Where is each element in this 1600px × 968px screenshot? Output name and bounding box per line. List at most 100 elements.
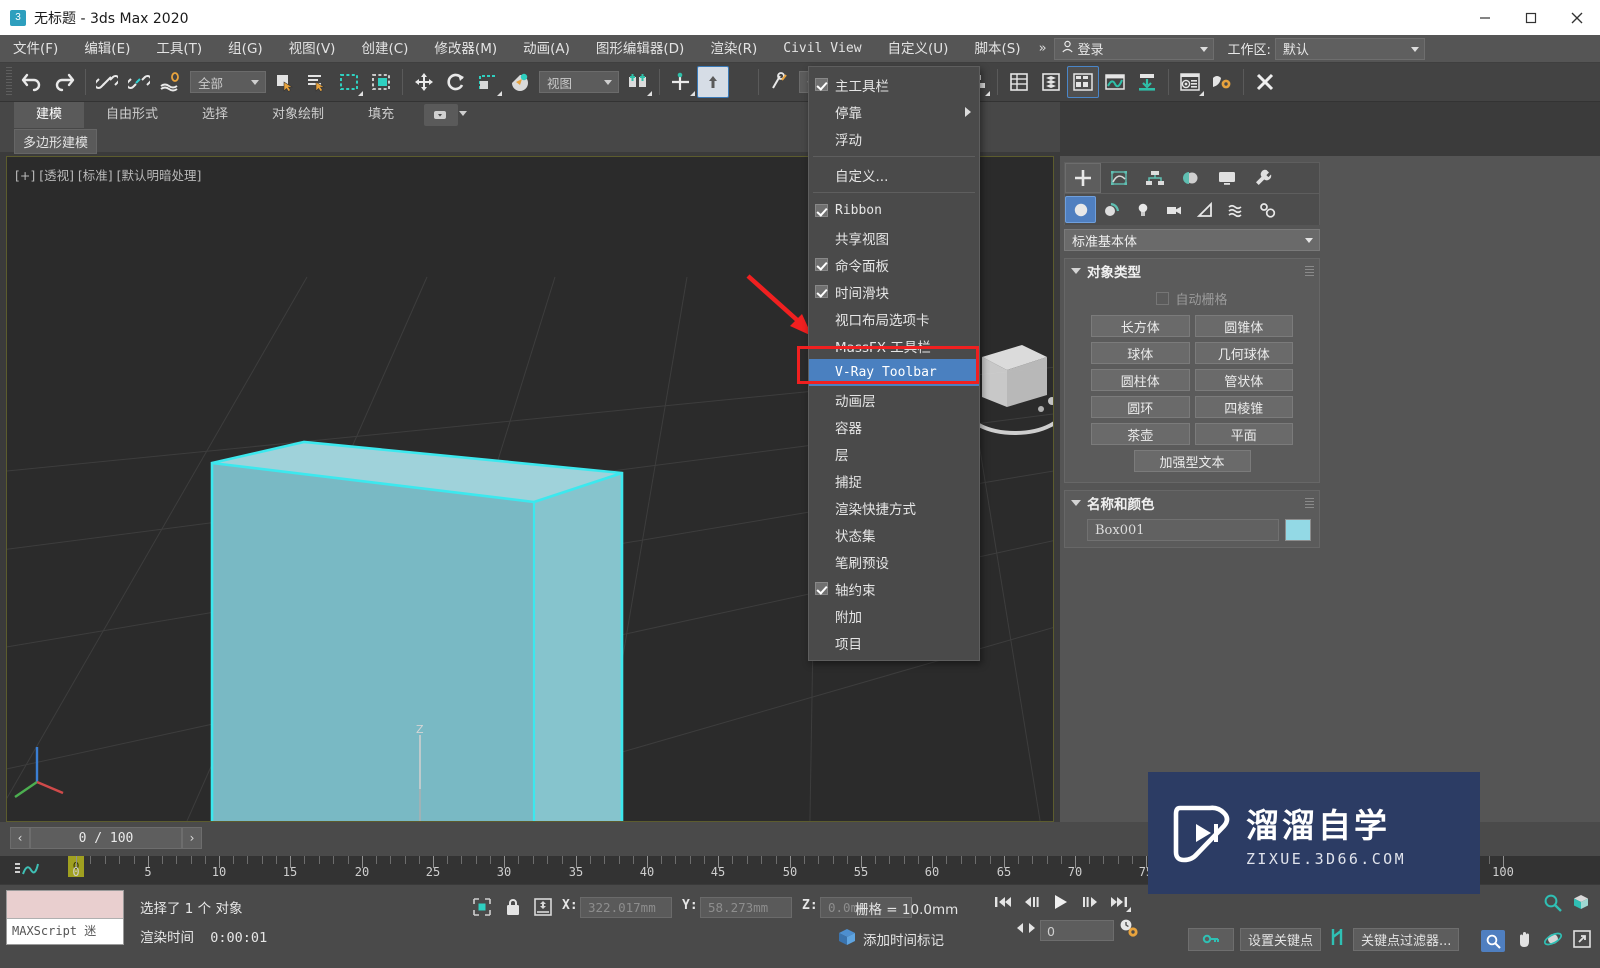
key-filters-button[interactable]: 关键点过滤器... bbox=[1353, 927, 1460, 951]
menu-containers[interactable]: 容器 bbox=[809, 413, 979, 440]
use-pivot-point-center-icon[interactable] bbox=[622, 66, 654, 98]
menu-scripting[interactable]: 脚本(S) bbox=[961, 35, 1033, 63]
zoom-icon[interactable] bbox=[1543, 893, 1563, 917]
previous-frame-icon[interactable] bbox=[1019, 891, 1045, 913]
timeline-prev-button[interactable]: ‹ bbox=[10, 827, 30, 849]
bind-to-space-warp-icon[interactable] bbox=[155, 66, 187, 98]
time-configuration-icon[interactable] bbox=[1118, 918, 1140, 942]
select-and-place-icon[interactable] bbox=[504, 66, 536, 98]
current-frame-spinner[interactable]: 0 bbox=[1016, 918, 1140, 942]
maxscript-input-area[interactable] bbox=[7, 891, 123, 919]
object-button-cone[interactable]: 圆锥体 bbox=[1194, 315, 1293, 337]
cp-tab-modify[interactable] bbox=[1101, 163, 1137, 193]
menu-civil-view[interactable]: Civil View bbox=[770, 35, 874, 63]
ribbon-tab-populate[interactable]: 填充 bbox=[346, 102, 416, 128]
select-and-link-icon[interactable] bbox=[91, 66, 123, 98]
cp-tab-display[interactable] bbox=[1209, 163, 1245, 193]
object-button-geosphere[interactable]: 几何球体 bbox=[1194, 342, 1293, 364]
cp-tab-motion[interactable] bbox=[1173, 163, 1209, 193]
select-and-move-icon[interactable] bbox=[408, 66, 440, 98]
toggle-ribbon-icon[interactable] bbox=[1067, 66, 1099, 98]
menu-overflow-chevron[interactable]: » bbox=[1034, 41, 1052, 56]
object-button-sphere[interactable]: 球体 bbox=[1091, 342, 1190, 364]
window-crossing-icon[interactable] bbox=[365, 66, 397, 98]
orbit-icon[interactable] bbox=[1543, 929, 1563, 953]
go-to-start-icon[interactable] bbox=[990, 891, 1016, 913]
selection-filter-dropdown[interactable]: 全部 bbox=[190, 71, 266, 93]
menu-snaps[interactable]: 捕捉 bbox=[809, 467, 979, 494]
object-button-pyramid[interactable]: 四棱锥 bbox=[1194, 396, 1293, 418]
rollout-header-name-color[interactable]: 名称和颜色 bbox=[1065, 491, 1319, 515]
ribbon-tab-object-paint[interactable]: 对象绘制 bbox=[250, 102, 346, 128]
menu-viewport-layout-tabs[interactable]: 视口布局选项卡 bbox=[809, 305, 979, 332]
menu-edit[interactable]: 编辑(E) bbox=[71, 35, 143, 63]
cp-cat-lights[interactable] bbox=[1127, 196, 1158, 223]
cp-tab-utilities[interactable] bbox=[1245, 163, 1281, 193]
track-view-icon[interactable] bbox=[14, 860, 40, 882]
menu-render-shortcuts[interactable]: 渲染快捷方式 bbox=[809, 494, 979, 521]
rectangular-selection-region-icon[interactable] bbox=[333, 66, 365, 98]
cp-tab-hierarchy[interactable] bbox=[1137, 163, 1173, 193]
object-button-plane[interactable]: 平面 bbox=[1194, 423, 1293, 445]
object-color-swatch[interactable] bbox=[1285, 519, 1311, 541]
select-and-scale-icon[interactable] bbox=[472, 66, 504, 98]
menu-extras[interactable]: 附加 bbox=[809, 602, 979, 629]
select-and-rotate-icon[interactable] bbox=[440, 66, 472, 98]
viewport-label[interactable]: [+] [透视] [标准] [默认明暗处理] bbox=[15, 165, 201, 184]
add-time-tag-row[interactable]: 添加时间标记 bbox=[838, 928, 944, 950]
curve-editor-icon[interactable] bbox=[1099, 66, 1131, 98]
rollout-header-object-type[interactable]: 对象类型 bbox=[1065, 259, 1319, 283]
cp-cat-helpers[interactable] bbox=[1189, 196, 1220, 223]
menu-command-panel[interactable]: 命令面板 bbox=[809, 251, 979, 278]
snaps-toggle-icon[interactable] bbox=[665, 66, 697, 98]
menu-time-slider[interactable]: 时间滑块 bbox=[809, 278, 979, 305]
maximize-viewport-icon[interactable] bbox=[1572, 929, 1592, 953]
menu-dock[interactable]: 停靠 bbox=[809, 98, 979, 125]
autogrid-row[interactable]: 自动栅格 bbox=[1073, 289, 1311, 308]
select-by-name-icon[interactable] bbox=[301, 66, 333, 98]
select-object-icon[interactable] bbox=[269, 66, 301, 98]
cp-tab-create[interactable] bbox=[1065, 163, 1101, 193]
object-button-cylinder[interactable]: 圆柱体 bbox=[1091, 369, 1190, 391]
menu-group[interactable]: 组(G) bbox=[215, 35, 276, 63]
customize-toolbars-menu[interactable]: 主工具栏 停靠 浮动 自定义... Ribbon 共享视图 命令面板 时间滑块 … bbox=[808, 66, 980, 661]
menu-brush-presets[interactable]: 笔刷预设 bbox=[809, 548, 979, 575]
reference-coordinate-dropdown[interactable]: 视图 bbox=[539, 71, 619, 93]
render-production-icon[interactable] bbox=[1249, 66, 1281, 98]
menu-file[interactable]: 文件(F) bbox=[0, 35, 71, 63]
object-button-text-plus[interactable]: 加强型文本 bbox=[1133, 450, 1251, 472]
pan-icon[interactable] bbox=[1514, 929, 1534, 953]
cp-cat-shapes[interactable] bbox=[1096, 196, 1127, 223]
zoom-all-icon[interactable] bbox=[1572, 893, 1592, 917]
menu-state-sets[interactable]: 状态集 bbox=[809, 521, 979, 548]
key-mode-icon[interactable] bbox=[1327, 927, 1347, 951]
menu-axis-constraints[interactable]: 轴约束 bbox=[809, 575, 979, 602]
ribbon-tab-freeform[interactable]: 自由形式 bbox=[84, 102, 180, 128]
cp-cat-systems[interactable] bbox=[1251, 196, 1282, 223]
ribbon-tab-selection[interactable]: 选择 bbox=[180, 102, 250, 128]
menu-animation-layers[interactable]: 动画层 bbox=[809, 386, 979, 413]
current-frame-input[interactable]: 0 bbox=[1040, 919, 1114, 941]
minimize-icon[interactable] bbox=[1462, 0, 1508, 35]
timeline-frame-display[interactable]: 0 / 100 bbox=[30, 827, 182, 849]
layer-explorer-icon[interactable] bbox=[1003, 66, 1035, 98]
close-icon[interactable] bbox=[1554, 0, 1600, 35]
cp-cat-geometry[interactable] bbox=[1065, 196, 1096, 223]
category-dropdown[interactable]: 标准基本体 bbox=[1064, 229, 1320, 251]
menu-project[interactable]: 项目 bbox=[809, 629, 979, 656]
schematic-view-icon[interactable] bbox=[1131, 66, 1163, 98]
menu-customize-dots[interactable]: 自定义... bbox=[809, 161, 979, 188]
toolbar-grip[interactable] bbox=[6, 67, 12, 97]
menu-shared-views[interactable]: 共享视图 bbox=[809, 224, 979, 251]
named-selection-sets-icon[interactable] bbox=[764, 66, 796, 98]
ribbon-subtab-polygon-modeling[interactable]: 多边形建模 bbox=[14, 129, 98, 154]
ribbon-dropdown-icon[interactable] bbox=[424, 104, 468, 126]
menu-layers[interactable]: 层 bbox=[809, 440, 979, 467]
set-key-button[interactable]: 设置关键点 bbox=[1240, 927, 1322, 951]
maximize-icon[interactable] bbox=[1508, 0, 1554, 35]
object-button-torus[interactable]: 圆环 bbox=[1091, 396, 1190, 418]
angle-snap-toggle-icon[interactable] bbox=[697, 66, 729, 98]
unlink-selection-icon[interactable] bbox=[123, 66, 155, 98]
menu-create[interactable]: 创建(C) bbox=[348, 35, 421, 63]
object-button-box[interactable]: 长方体 bbox=[1091, 315, 1190, 337]
